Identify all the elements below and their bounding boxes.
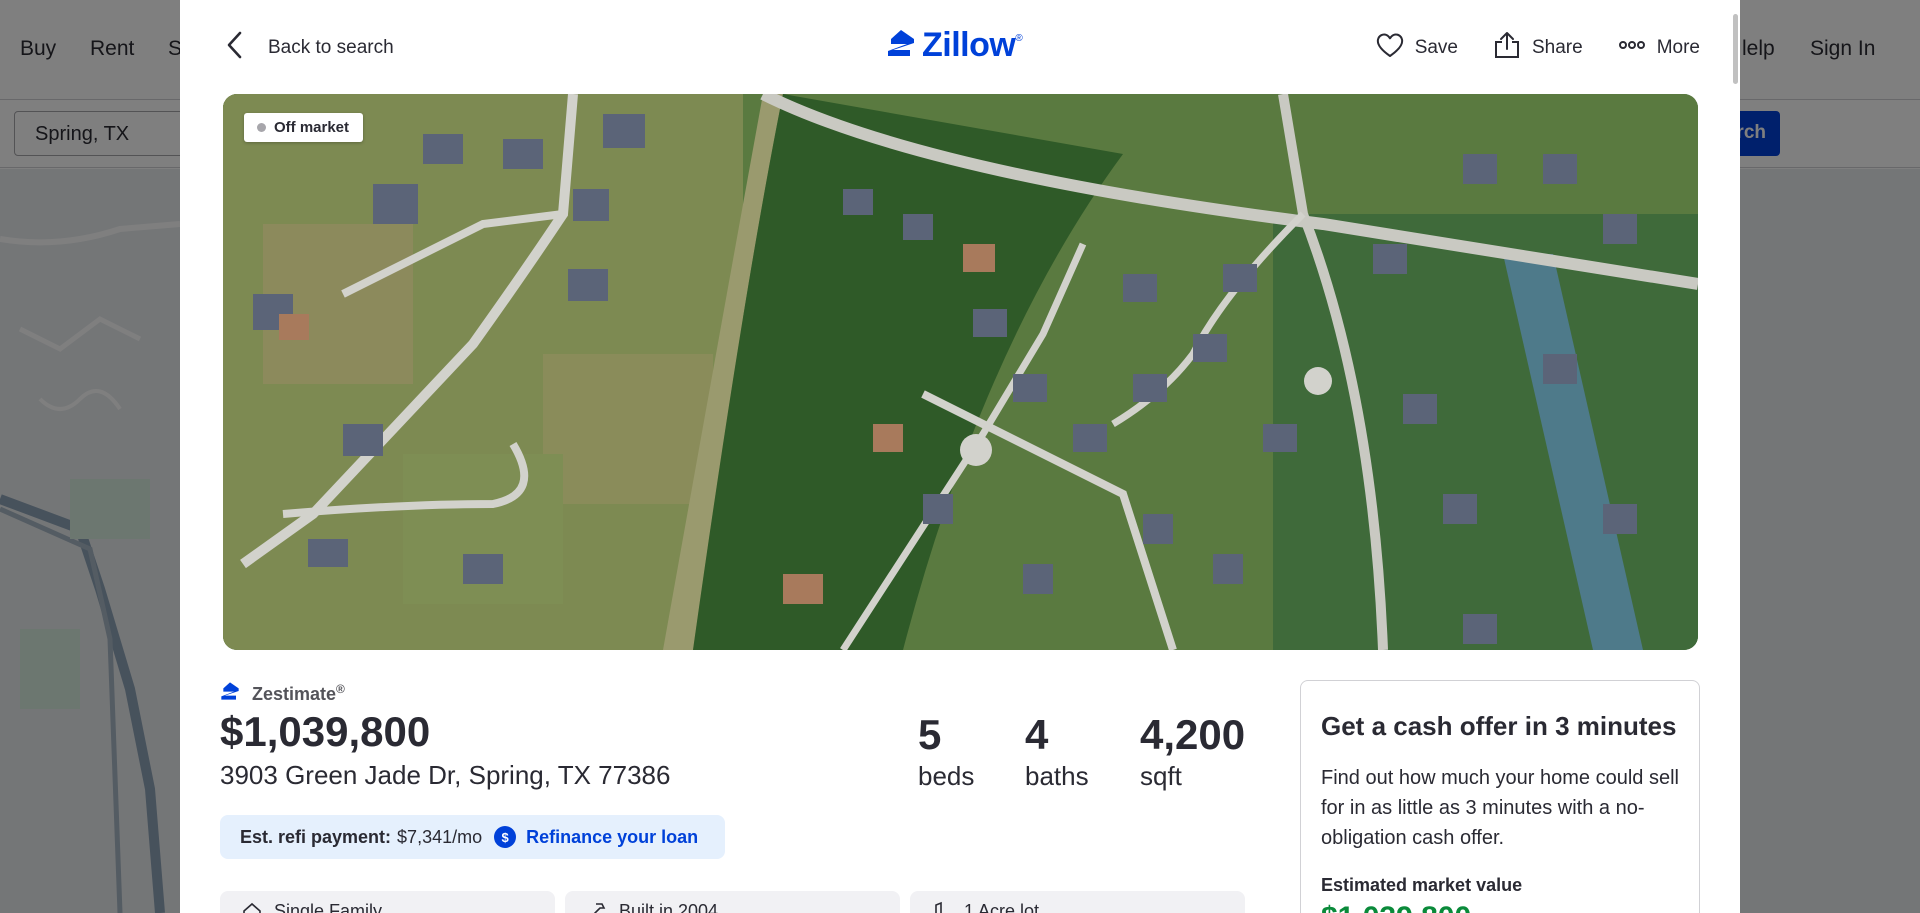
hammer-icon	[593, 903, 606, 913]
off-market-badge: Off market	[244, 113, 364, 142]
zillow-wordmark: Zillow	[922, 26, 1016, 64]
baths-unit: baths	[1025, 761, 1089, 791]
refi-payment-banner: Est. refi payment: $7,341/mo $ Refinance…	[220, 815, 725, 859]
more-button[interactable]: More	[1617, 30, 1700, 65]
heart-icon	[1375, 30, 1405, 65]
sqft-fact: 4,200 sqft	[1140, 709, 1245, 791]
chip-home-type: Single Family	[220, 891, 555, 913]
baths-value: 4	[1025, 711, 1049, 758]
back-chevron-icon	[222, 28, 250, 67]
beds-value: 5	[918, 711, 942, 758]
share-button[interactable]: Share	[1492, 30, 1583, 65]
zestimate-price: $1,039,800	[220, 708, 431, 755]
more-label: More	[1656, 36, 1700, 58]
back-to-search-label: Back to search	[268, 36, 394, 58]
property-photo[interactable]: Off market	[223, 94, 1698, 650]
chip-year-built-label: Built in 2004	[619, 900, 719, 913]
zestimate-label: Zestimate®	[252, 682, 345, 704]
refi-value: $7,341/mo	[397, 826, 483, 847]
share-icon	[1492, 30, 1522, 65]
off-market-label: Off market	[274, 119, 350, 136]
modal-scrollbar[interactable]	[1733, 14, 1738, 84]
more-dots-icon	[1617, 30, 1647, 65]
chip-home-type-label: Single Family	[274, 900, 383, 913]
property-modal: Back to search Zillow ® Save Share More …	[180, 0, 1740, 913]
chip-year-built: Built in 2004	[565, 891, 900, 913]
baths-fact: 4 baths	[1025, 709, 1089, 791]
chip-lot-size-label: 1 Acre lot	[964, 900, 1040, 913]
chip-lot-size: 1 Acre lot	[910, 891, 1245, 913]
cash-offer-card: Get a cash offer in 3 minutes Find out h…	[1300, 680, 1700, 913]
beds-fact: 5 beds	[918, 709, 974, 791]
zillow-logo-icon	[886, 28, 916, 63]
back-to-search-button[interactable]: Back to search	[222, 28, 394, 67]
registered-mark: ®	[1015, 33, 1023, 44]
modal-actions: Save Share More	[1341, 30, 1700, 65]
estimated-market-value: $1,039,800	[1321, 901, 1471, 913]
share-label: Share	[1532, 36, 1583, 58]
sqft-value: 4,200	[1140, 711, 1246, 758]
property-chips: Single Family Built in 2004 1 Acre lot	[220, 891, 1255, 913]
house-icon	[243, 902, 261, 913]
zestimate-icon	[220, 681, 240, 706]
estimated-market-value-label: Estimated market value	[1321, 875, 1523, 895]
refi-label: Est. refi payment:	[240, 826, 392, 847]
cash-offer-title: Get a cash offer in 3 minutes	[1321, 711, 1677, 741]
dollar-icon: $	[494, 826, 517, 848]
beds-unit: beds	[918, 761, 975, 791]
save-label: Save	[1414, 36, 1458, 58]
cash-offer-description: Find out how much your home could sell f…	[1321, 767, 1679, 849]
zestimate-label-row: Zestimate®	[220, 681, 345, 706]
aerial-photo-image	[223, 94, 1698, 650]
refinance-link[interactable]: Refinance your loan	[526, 827, 698, 848]
modal-top-bar: Back to search Zillow ® Save Share More	[180, 0, 1740, 94]
property-address: 3903 Green Jade Dr, Spring, TX 77386	[220, 760, 671, 790]
status-dot	[257, 123, 266, 132]
sqft-unit: sqft	[1140, 761, 1182, 791]
zillow-logo[interactable]: Zillow ®	[886, 26, 1023, 65]
save-button[interactable]: Save	[1375, 30, 1458, 65]
lot-icon	[935, 901, 942, 913]
